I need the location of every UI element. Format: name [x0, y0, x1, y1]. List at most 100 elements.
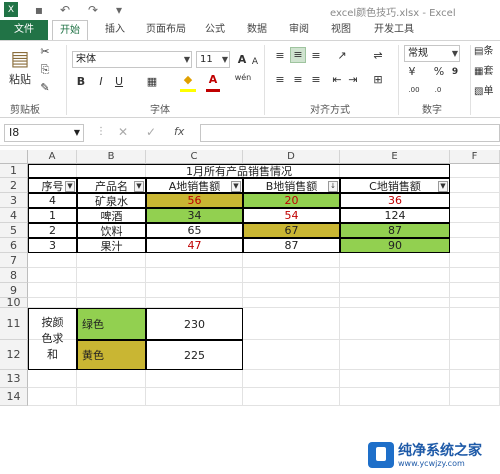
cell[interactable]: [450, 388, 500, 406]
data-cell[interactable]: 87: [243, 238, 340, 253]
cell[interactable]: [77, 298, 146, 308]
cell[interactable]: [146, 283, 243, 298]
cell[interactable]: [450, 298, 500, 308]
data-cell[interactable]: 2: [28, 223, 77, 238]
cell[interactable]: [28, 388, 77, 406]
data-cell[interactable]: 87: [340, 223, 450, 238]
cell[interactable]: [450, 268, 500, 283]
data-cell[interactable]: 90: [340, 238, 450, 253]
cell[interactable]: [146, 253, 243, 268]
cell[interactable]: [340, 253, 450, 268]
cell[interactable]: [450, 164, 500, 178]
row-header[interactable]: 12: [0, 340, 28, 370]
cell[interactable]: [340, 340, 450, 370]
row-header[interactable]: 14: [0, 388, 28, 406]
header-cell[interactable]: A地销售额 ▼: [146, 178, 243, 193]
data-cell[interactable]: 67: [243, 223, 340, 238]
data-cell[interactable]: 56: [146, 193, 243, 208]
row-header[interactable]: 2: [0, 178, 28, 193]
cell[interactable]: [450, 370, 500, 388]
cell[interactable]: [77, 253, 146, 268]
header-cell[interactable]: 产品名 ▼: [77, 178, 146, 193]
cell[interactable]: [146, 370, 243, 388]
row-header[interactable]: 1: [0, 164, 28, 178]
column-header[interactable]: F: [450, 150, 500, 164]
cell[interactable]: [243, 388, 340, 406]
row-header[interactable]: 10: [0, 296, 28, 309]
cell[interactable]: [146, 268, 243, 283]
sheet-title-cell[interactable]: 1月所有产品销售情况: [28, 164, 450, 178]
data-cell[interactable]: 果汁: [77, 238, 146, 253]
cell[interactable]: [243, 283, 340, 298]
data-cell[interactable]: 4: [28, 193, 77, 208]
cell[interactable]: [450, 340, 500, 370]
row-header[interactable]: 11: [0, 308, 28, 340]
row-header[interactable]: 4: [0, 208, 28, 223]
column-header[interactable]: C: [146, 150, 243, 164]
cell[interactable]: [450, 223, 500, 238]
filter-dropdown-icon[interactable]: ▼: [134, 181, 144, 192]
data-cell[interactable]: 124: [340, 208, 450, 223]
cell[interactable]: [243, 253, 340, 268]
cell[interactable]: [340, 298, 450, 308]
header-cell[interactable]: 序号 ▼: [28, 178, 77, 193]
cell[interactable]: [450, 238, 500, 253]
cell[interactable]: [340, 283, 450, 298]
data-cell[interactable]: 3: [28, 238, 77, 253]
yellow-sum-cell[interactable]: 225: [146, 340, 243, 370]
cell[interactable]: [77, 268, 146, 283]
row-header[interactable]: 6: [0, 238, 28, 253]
column-header[interactable]: B: [77, 150, 146, 164]
select-all-corner[interactable]: [0, 150, 28, 164]
cell[interactable]: [450, 193, 500, 208]
cell[interactable]: [450, 178, 500, 193]
cell[interactable]: [146, 298, 243, 308]
header-cell[interactable]: C地销售额 ▼: [340, 178, 450, 193]
cell[interactable]: [28, 253, 77, 268]
cell[interactable]: [243, 298, 340, 308]
filter-dropdown-icon[interactable]: ▼: [438, 181, 448, 192]
filter-dropdown-icon[interactable]: ↓: [328, 181, 338, 192]
cell[interactable]: [243, 370, 340, 388]
data-cell[interactable]: 1: [28, 208, 77, 223]
cell[interactable]: [28, 283, 77, 298]
row-header[interactable]: 3: [0, 193, 28, 208]
cell[interactable]: [450, 253, 500, 268]
row-header[interactable]: 8: [0, 268, 28, 283]
row-header[interactable]: 7: [0, 253, 28, 268]
header-cell[interactable]: B地销售额 ↓: [243, 178, 340, 193]
cell[interactable]: [28, 370, 77, 388]
green-label-cell[interactable]: 绿色: [77, 308, 146, 340]
data-cell[interactable]: 54: [243, 208, 340, 223]
cell[interactable]: [340, 370, 450, 388]
data-cell[interactable]: 65: [146, 223, 243, 238]
cell[interactable]: [77, 370, 146, 388]
data-cell[interactable]: 啤酒: [77, 208, 146, 223]
cell[interactable]: [340, 308, 450, 340]
data-cell[interactable]: 36: [340, 193, 450, 208]
cell[interactable]: [340, 268, 450, 283]
cell[interactable]: [28, 268, 77, 283]
cell[interactable]: [77, 388, 146, 406]
cell[interactable]: [450, 208, 500, 223]
data-cell[interactable]: 20: [243, 193, 340, 208]
cell[interactable]: [243, 308, 340, 340]
summary-label-cell[interactable]: 按颜色求和: [28, 308, 77, 370]
cell[interactable]: [77, 283, 146, 298]
yellow-label-cell[interactable]: 黄色: [77, 340, 146, 370]
data-cell[interactable]: 34: [146, 208, 243, 223]
column-header[interactable]: E: [340, 150, 450, 164]
cell[interactable]: [450, 308, 500, 340]
cell[interactable]: [450, 283, 500, 298]
column-header[interactable]: D: [243, 150, 340, 164]
data-cell[interactable]: 47: [146, 238, 243, 253]
column-header[interactable]: A: [28, 150, 77, 164]
green-sum-cell[interactable]: 230: [146, 308, 243, 340]
cell[interactable]: [243, 268, 340, 283]
row-header[interactable]: 5: [0, 223, 28, 238]
cell[interactable]: [340, 388, 450, 406]
cell[interactable]: [28, 298, 77, 308]
filter-dropdown-icon[interactable]: ▼: [65, 181, 75, 192]
data-cell[interactable]: 饮料: [77, 223, 146, 238]
row-header[interactable]: 13: [0, 370, 28, 388]
